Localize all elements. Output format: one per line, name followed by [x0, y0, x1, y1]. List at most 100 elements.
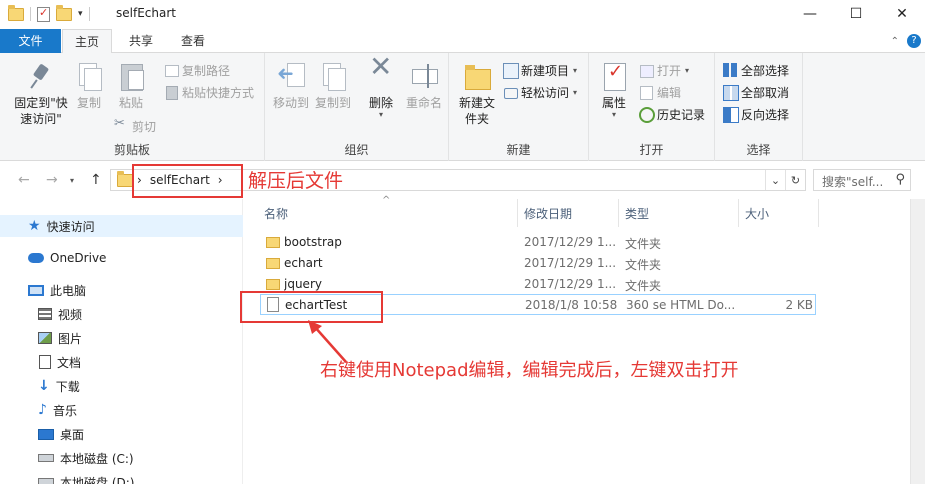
move-to-button[interactable]: 移动到: [271, 61, 311, 111]
invert-selection-button[interactable]: 反向选择: [723, 104, 789, 124]
rename-button[interactable]: 重命名: [403, 61, 445, 111]
folder-icon: [266, 279, 280, 290]
properties-dropdown-icon[interactable]: ▾: [597, 111, 631, 119]
qat-dropdown-icon[interactable]: ▾: [78, 9, 83, 19]
paste-button[interactable]: 粘贴: [114, 61, 148, 111]
nav-item-desktop[interactable]: 桌面: [0, 423, 243, 445]
nav-item-this-pc[interactable]: 此电脑: [0, 279, 243, 301]
nav-item-disk-c[interactable]: 本地磁盘 (C:): [0, 447, 243, 469]
organize-group-label: 组织: [344, 143, 369, 157]
nav-item-label: 文档: [57, 355, 82, 370]
column-header-type[interactable]: 类型: [619, 199, 739, 227]
tab-file[interactable]: 文件: [0, 29, 61, 53]
maximize-button[interactable]: ☐: [833, 0, 879, 28]
nav-item-pictures[interactable]: 图片: [0, 327, 243, 349]
tab-home[interactable]: 主页: [62, 29, 112, 54]
paste-label: 粘贴: [118, 96, 143, 110]
delete-dropdown-icon[interactable]: ▾: [365, 111, 397, 119]
select-none-button[interactable]: 全部取消: [723, 82, 789, 102]
back-button[interactable]: ←: [18, 172, 30, 188]
address-bar[interactable]: › selfEchart › ⌄ ↻: [110, 169, 806, 191]
folder-icon: [8, 4, 24, 21]
rename-label: 重命名: [405, 96, 442, 110]
organize-group: 移动到 复制到 删除 ▾ 重命名 组织: [265, 53, 449, 161]
copy-button[interactable]: 复制: [74, 61, 104, 111]
column-header-size[interactable]: 大小: [739, 199, 819, 227]
window-controls: — ☐ ✕: [787, 0, 925, 28]
file-name: echart: [284, 256, 323, 270]
forward-button[interactable]: →: [46, 172, 58, 188]
tab-share[interactable]: 共享: [116, 29, 166, 53]
file-name: bootstrap: [284, 235, 342, 249]
nav-item-quick-access[interactable]: ★ 快速访问: [0, 215, 243, 237]
new-folder-icon[interactable]: [56, 4, 72, 21]
invert-selection-label: 反向选择: [741, 107, 790, 122]
window-title: selfEchart: [116, 6, 176, 20]
copy-path-button[interactable]: 复制路径: [164, 60, 230, 80]
new-folder-button[interactable]: 新建文件夹: [455, 61, 499, 127]
search-icon[interactable]: ⚲: [895, 172, 905, 187]
desktop-icon: [38, 428, 54, 440]
nav-item-onedrive[interactable]: OneDrive: [0, 247, 243, 269]
move-to-icon: [277, 61, 305, 91]
properties-icon[interactable]: [37, 6, 50, 22]
nav-item-downloads[interactable]: ↓ 下载: [0, 375, 243, 397]
close-button[interactable]: ✕: [879, 0, 925, 28]
nav-item-videos[interactable]: 视频: [0, 303, 243, 325]
copy-label: 复制: [76, 96, 101, 110]
collapse-ribbon-icon[interactable]: ⌃: [891, 36, 899, 47]
tab-view[interactable]: 查看: [168, 29, 218, 53]
easy-access-dropdown-icon[interactable]: ▾: [573, 88, 577, 97]
disk-icon: [38, 478, 54, 484]
nav-item-music[interactable]: ♪ 音乐: [0, 399, 243, 421]
nav-item-label: 下载: [55, 379, 80, 394]
new-item-icon: [503, 63, 519, 79]
recent-locations-icon[interactable]: ▾: [70, 176, 74, 185]
select-all-button[interactable]: 全部选择: [723, 60, 789, 80]
nav-item-disk-d[interactable]: 本地磁盘 (D:): [0, 471, 243, 484]
copy-path-icon: [164, 63, 179, 77]
breadcrumb-separator[interactable]: ›: [218, 173, 223, 187]
minimize-button[interactable]: —: [787, 0, 833, 28]
new-item-button[interactable]: 新建项目 ▾: [503, 60, 577, 80]
edit-label: 编辑: [657, 85, 682, 100]
file-row[interactable]: bootstrap 2017/12/29 1... 文件夹: [260, 232, 816, 253]
up-button[interactable]: ↑: [90, 172, 102, 188]
history-label: 历史记录: [657, 107, 706, 122]
copy-to-button[interactable]: 复制到: [313, 61, 353, 111]
new-item-dropdown-icon[interactable]: ▾: [573, 66, 577, 75]
select-all-icon: [723, 63, 737, 77]
column-header-name[interactable]: 名称: [258, 199, 518, 227]
file-row[interactable]: jquery 2017/12/29 1... 文件夹: [260, 274, 816, 295]
new-group-label: 新建: [506, 143, 531, 157]
file-row-selected[interactable]: echartTest 2018/1/8 10:58 360 se HTML Do…: [260, 294, 816, 315]
breadcrumb-item[interactable]: selfEchart: [150, 173, 210, 187]
open-dropdown-icon[interactable]: ▾: [685, 66, 689, 75]
history-button[interactable]: 历史记录: [639, 104, 705, 124]
properties-button[interactable]: 属性 ▾: [597, 61, 631, 119]
address-actions: ⌄ ↻: [765, 170, 805, 190]
open-button[interactable]: 打开 ▾: [639, 60, 689, 80]
easy-access-label: 轻松访问: [521, 85, 570, 100]
paste-shortcut-button[interactable]: 粘贴快捷方式: [164, 82, 254, 102]
easy-access-button[interactable]: 轻松访问 ▾: [503, 82, 577, 102]
refresh-icon[interactable]: ↻: [785, 170, 805, 190]
file-row[interactable]: echart 2017/12/29 1... 文件夹: [260, 253, 816, 274]
file-size: 2 KB: [785, 298, 813, 312]
breadcrumb-separator[interactable]: ›: [137, 173, 142, 187]
vertical-scrollbar[interactable]: [910, 199, 925, 484]
ribbon: 固定到"快速访问" 复制 粘贴 复制路径 粘贴快捷方式 剪切 剪贴板 移动到: [0, 53, 925, 161]
cut-button[interactable]: 剪切: [114, 116, 156, 136]
select-none-label: 全部取消: [741, 85, 790, 100]
new-folder-label: 新建文件夹: [458, 96, 495, 126]
help-icon[interactable]: ?: [907, 34, 921, 48]
delete-button[interactable]: 删除 ▾: [365, 59, 397, 119]
select-group-label: 选择: [746, 143, 771, 157]
column-header-date[interactable]: 修改日期: [518, 199, 619, 227]
search-input[interactable]: 搜索"self... ⚲: [813, 169, 911, 191]
edit-button[interactable]: 编辑: [639, 82, 681, 102]
nav-item-label: 桌面: [60, 427, 85, 442]
address-dropdown-icon[interactable]: ⌄: [765, 170, 785, 190]
nav-item-documents[interactable]: 文档: [0, 351, 243, 373]
pin-quick-access-button[interactable]: 固定到"快速访问": [8, 61, 74, 127]
